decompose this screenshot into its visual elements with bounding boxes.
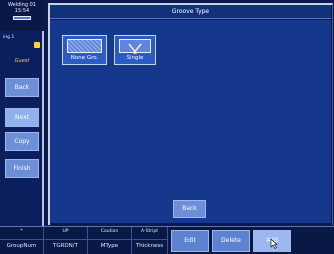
v-groove-icon [119,39,151,55]
toolbar-cell-thickness[interactable]: A-Stript Thickness [132,227,168,254]
page-title: Groove Type [50,5,331,19]
edit-button[interactable]: Edit [171,230,209,252]
back-side-button[interactable]: Back [5,78,39,97]
signal-icon [34,42,40,48]
toolbar-cell-top: * [0,227,43,240]
toolbar-cell-top: Caution [88,227,131,240]
groove-none-label: None Gro. [70,55,99,61]
signal-panel: ing 1 [0,33,44,51]
toolbar-cell-label: MType [100,243,119,249]
delete-button[interactable]: Delete [212,230,250,252]
signal-label: ing 1 [3,35,15,40]
toolbar-cell-label: Thickness [135,243,164,249]
toolbar-cell-groupnum[interactable]: * GroupNum [0,227,44,254]
copy-button[interactable]: Copy [5,132,39,151]
status-panel: Welding 01 15:54 [0,0,44,31]
back-button[interactable]: Back [173,200,206,218]
finish-button[interactable]: Finish [5,159,39,178]
toolbar-cell-tgrdn[interactable]: UP TGRDN/T [44,227,88,254]
flat-groove-icon [67,39,102,53]
user-label: Guest [14,58,30,64]
status-time: 15:54 [14,8,30,14]
next-button[interactable]: Next [5,108,39,127]
groove-none-button[interactable]: None Gro. [62,35,107,65]
groove-single-button[interactable]: Single [114,35,156,65]
toolbar-cell-top: UP [44,227,87,240]
toolbar-cell-label: TGRDN/T [52,243,78,249]
battery-icon [13,16,31,20]
groove-single-label: Single [126,55,144,61]
toolbar-cell-top: A-Stript [132,227,167,240]
toolbar-cell-mtype[interactable]: Caution MType [88,227,132,254]
toolbar-cell-label: GroupNum [6,243,37,249]
pointer-cursor-icon [270,239,278,249]
